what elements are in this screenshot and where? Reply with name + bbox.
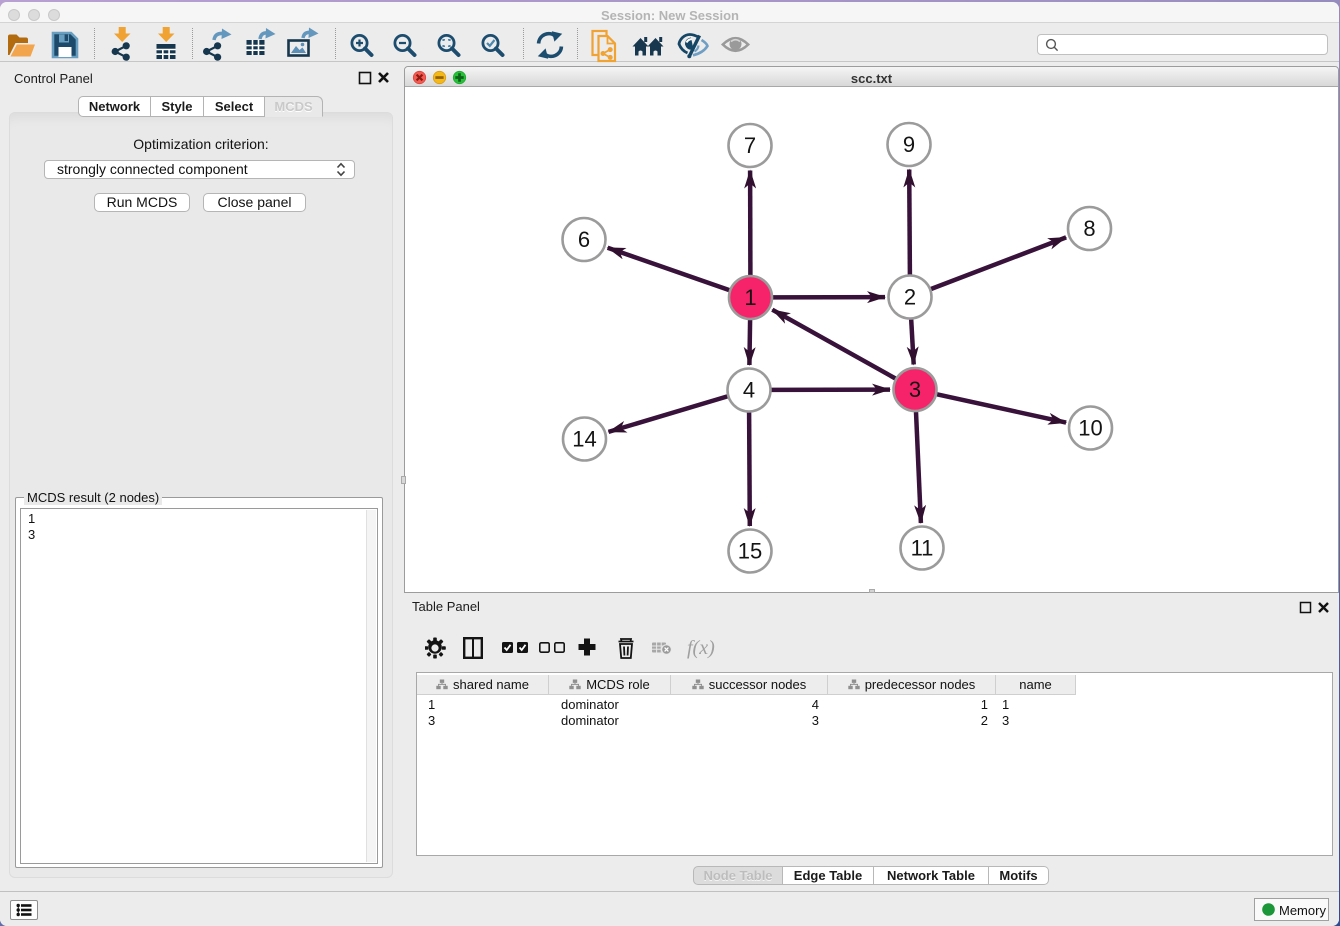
svg-text:4: 4 xyxy=(743,378,755,403)
svg-text:14: 14 xyxy=(572,427,596,452)
svg-text:11: 11 xyxy=(911,536,934,561)
svg-text:8: 8 xyxy=(1083,216,1095,241)
svg-text:6: 6 xyxy=(578,227,590,252)
svg-text:15: 15 xyxy=(738,539,762,564)
svg-text:7: 7 xyxy=(744,133,756,158)
svg-text:2: 2 xyxy=(904,285,916,310)
svg-text:f(x): f(x) xyxy=(687,637,715,659)
svg-text:10: 10 xyxy=(1078,416,1102,441)
svg-text:3: 3 xyxy=(909,377,921,402)
svg-text:1: 1 xyxy=(744,285,756,310)
svg-text:9: 9 xyxy=(903,132,915,157)
